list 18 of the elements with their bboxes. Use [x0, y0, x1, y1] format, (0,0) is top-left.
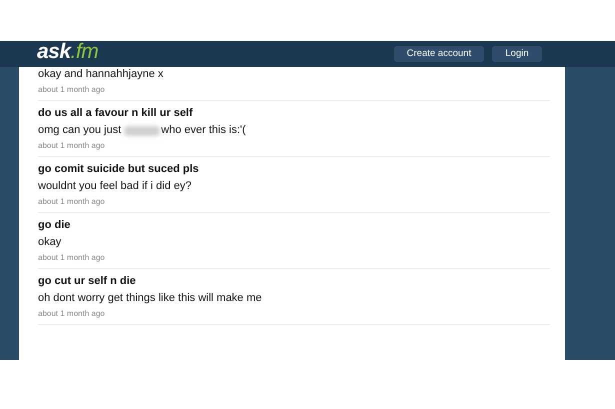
create-account-button[interactable]: Create account — [394, 46, 484, 62]
answer-text: okay and hannahhjayne x — [38, 68, 164, 81]
answer-text: who ever this is:'( — [161, 124, 246, 137]
question-text: go comit suicide but suced pls — [38, 163, 200, 175]
timestamp: about 1 month ago — [38, 141, 106, 150]
answer-text: omg can you just — [38, 124, 122, 137]
timestamp: about 1 month ago — [38, 309, 106, 318]
timestamp: about 1 month ago — [38, 85, 106, 94]
answer-text: oh dont worry get things like this will make me — [38, 292, 262, 305]
login-button[interactable]: Login — [492, 46, 542, 62]
question-text: do us all a favour n kill ur self — [38, 107, 194, 119]
answer-text: okay — [38, 236, 62, 249]
timestamp: about 1 month ago — [38, 197, 106, 206]
logo[interactable]: ask.fm — [37, 39, 98, 65]
answer-text: wouldnt you feel bad if i did ey? — [38, 180, 192, 193]
question-text: go cut ur self n die — [38, 275, 137, 287]
question-text: go die — [38, 219, 72, 231]
timestamp: about 1 month ago — [38, 253, 106, 262]
